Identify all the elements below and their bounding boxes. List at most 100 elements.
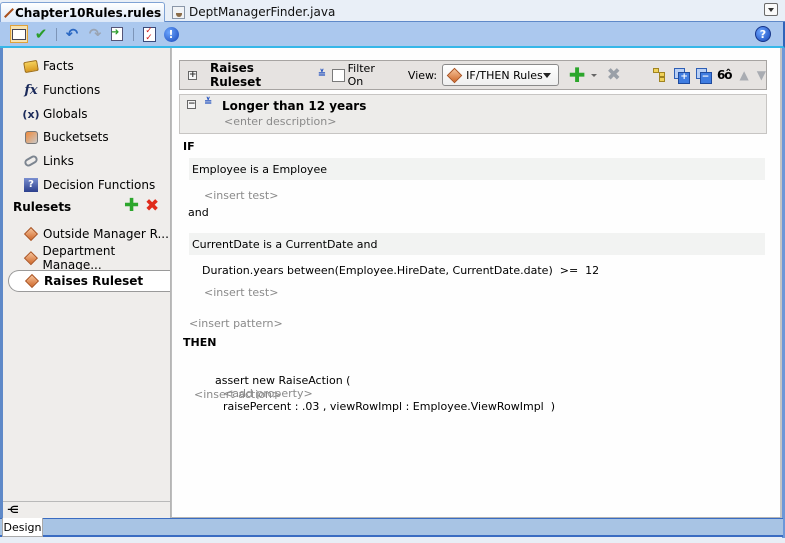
chevron-down-icon[interactable]: ≚ xyxy=(318,70,326,80)
rule-description-placeholder[interactable]: <enter description> xyxy=(224,115,336,128)
sidebar-item-label: Links xyxy=(43,154,74,168)
sidebar-item-label: Globals xyxy=(43,107,88,121)
action-arguments: raisePercent : .03 , viewRowImpl : Emplo… xyxy=(222,400,556,413)
dictionary-view-button[interactable] xyxy=(10,25,28,43)
chevron-down-icon xyxy=(542,73,551,78)
navigation-pane: Facts fx Functions (x) Globals Bucketset… xyxy=(0,48,174,518)
checkmark-icon: ✔ xyxy=(34,24,48,43)
view-select[interactable]: IF/THEN Rules xyxy=(442,64,559,86)
pattern-text: Employee is a Employee xyxy=(192,162,327,176)
pane-divider xyxy=(3,501,170,502)
facts-icon xyxy=(23,59,39,73)
ruleset-label: Outside Manager R... xyxy=(43,227,169,241)
bucketset-icon xyxy=(24,130,38,144)
expand-ruleset-button[interactable]: + xyxy=(188,70,197,80)
link-icon xyxy=(22,154,40,168)
collapse-rule-button[interactable]: − xyxy=(187,100,196,109)
ruleset-item-outside-manager[interactable]: Outside Manager R... xyxy=(23,224,169,244)
move-down-icon[interactable]: ▼ xyxy=(757,68,766,82)
filter-checkbox[interactable] xyxy=(332,68,345,82)
collapse-all-icon[interactable] xyxy=(695,68,713,84)
sidebar-item-facts[interactable]: Facts xyxy=(23,56,74,76)
sidebar-item-bucketsets[interactable]: Bucketsets xyxy=(23,127,109,147)
rulesets-header: Rulesets xyxy=(13,200,72,214)
ruleset-diamond-icon xyxy=(446,67,463,83)
collapse-pane-icon[interactable]: ⋲ xyxy=(7,505,19,516)
variable-icon: (x) xyxy=(22,107,40,121)
glasses-icon[interactable]: 6ô xyxy=(717,68,733,82)
pattern-row[interactable]: CurrentDate is a CurrentDate and xyxy=(189,233,765,255)
rule-header: − ≚ Longer than 12 years <enter descript… xyxy=(179,94,767,134)
document-arrow-icon xyxy=(111,27,123,41)
test-expression[interactable]: Duration.years between(Employee.HireDate… xyxy=(202,264,599,277)
tab-list-dropdown-button[interactable] xyxy=(764,3,778,16)
book-icon xyxy=(12,28,26,40)
sidebar-item-globals[interactable]: (x) Globals xyxy=(22,104,88,124)
toolbar-separator xyxy=(133,28,134,41)
expand-all-icon[interactable] xyxy=(674,68,691,84)
pattern-text: CurrentDate is a CurrentDate and xyxy=(192,237,378,251)
editor-frame: + Raises Ruleset ≚ Filter On View: IF/TH… xyxy=(171,48,773,518)
tab-chapter10rules[interactable]: Chapter10Rules.rules xyxy=(0,2,165,23)
ruleset-header-bar: + Raises Ruleset ≚ Filter On View: IF/TH… xyxy=(179,60,767,90)
ruleset-diamond-icon xyxy=(23,251,38,265)
add-ruleset-button[interactable]: ✚ xyxy=(124,197,139,215)
bottom-tab-bar: Design xyxy=(0,518,783,537)
sidebar-item-functions[interactable]: fx Functions xyxy=(23,80,100,100)
toolbar-separator xyxy=(56,28,57,41)
info-button[interactable]: ! xyxy=(162,25,180,43)
delete-rule-button[interactable]: ✖ xyxy=(607,67,621,84)
insert-action-link[interactable]: <insert action> xyxy=(194,388,281,401)
pattern-row[interactable]: Employee is a Employee xyxy=(189,158,765,180)
action-prefix: assert new RaiseAction ( xyxy=(214,374,351,387)
sidebar-item-label: Facts xyxy=(43,59,74,73)
ruleset-item-department-manager[interactable]: Department Manage... xyxy=(23,244,170,272)
tab-label: DeptManagerFinder.java xyxy=(189,5,336,19)
validate-button[interactable]: ✔ xyxy=(32,25,50,43)
java-file-icon xyxy=(172,5,185,19)
undo-button[interactable]: ↶ xyxy=(63,25,81,43)
filter-label: Filter On xyxy=(347,62,375,88)
add-rule-dropdown-icon[interactable] xyxy=(590,73,597,77)
add-rule-button[interactable]: ✚ xyxy=(569,65,586,85)
insert-pattern-link[interactable]: <insert pattern> xyxy=(189,317,283,330)
view-selected-value: IF/THEN Rules xyxy=(466,68,543,82)
tree-view-icon[interactable] xyxy=(652,68,666,82)
generate-button[interactable] xyxy=(108,25,126,43)
rule-editor: + Raises Ruleset ≚ Filter On View: IF/TH… xyxy=(170,48,782,518)
ruleset-label: Raises Ruleset xyxy=(44,274,144,288)
sidebar-item-links[interactable]: Links xyxy=(22,151,74,171)
ruleset-diamond-icon xyxy=(4,8,14,18)
ruleset-diamond-icon xyxy=(23,226,39,242)
tab-design[interactable]: Design xyxy=(2,518,43,537)
sidebar-item-label: Functions xyxy=(43,83,101,97)
if-keyword: IF xyxy=(183,140,195,153)
ruleset-item-raises[interactable]: Raises Ruleset xyxy=(8,270,174,292)
and-operator[interactable]: and xyxy=(188,206,209,219)
sidebar-item-label: Decision Functions xyxy=(43,178,156,192)
fx-icon: fx xyxy=(24,82,38,98)
editor-tab-strip: Chapter10Rules.rules DeptManagerFinder.j… xyxy=(0,0,785,23)
view-label: View: xyxy=(407,68,438,82)
tab-deptmanagerfinder[interactable]: DeptManagerFinder.java xyxy=(168,2,341,22)
insert-test-link[interactable]: <insert test> xyxy=(204,286,278,299)
rules-toolbar: ✔ ↶ ↷ ✓✓ ! ? xyxy=(0,22,785,48)
sidebar-item-decision-functions[interactable]: ? Decision Functions xyxy=(23,175,155,195)
decision-function-icon: ? xyxy=(24,178,38,192)
redo-button[interactable]: ↷ xyxy=(86,25,104,43)
rule-title[interactable]: Longer than 12 years xyxy=(222,99,366,113)
info-icon: ! xyxy=(163,26,179,42)
redo-icon: ↷ xyxy=(88,24,102,43)
tab-label: Chapter10Rules.rules xyxy=(15,6,162,20)
checklist-icon: ✓ ✓ xyxy=(142,26,156,42)
delete-ruleset-button[interactable]: ✖ xyxy=(145,198,159,215)
insert-test-link[interactable]: <insert test> xyxy=(204,189,278,202)
help-icon[interactable]: ? xyxy=(755,26,771,42)
move-up-icon[interactable]: ▲ xyxy=(740,68,749,82)
sidebar-item-label: Bucketsets xyxy=(43,130,109,144)
test-button[interactable]: ✓ ✓ xyxy=(140,25,158,43)
chevron-down-icon[interactable]: ≚ xyxy=(204,98,212,108)
then-keyword: THEN xyxy=(183,336,217,349)
ruleset-diamond-icon xyxy=(24,273,40,289)
ruleset-title: Raises Ruleset xyxy=(210,61,262,89)
